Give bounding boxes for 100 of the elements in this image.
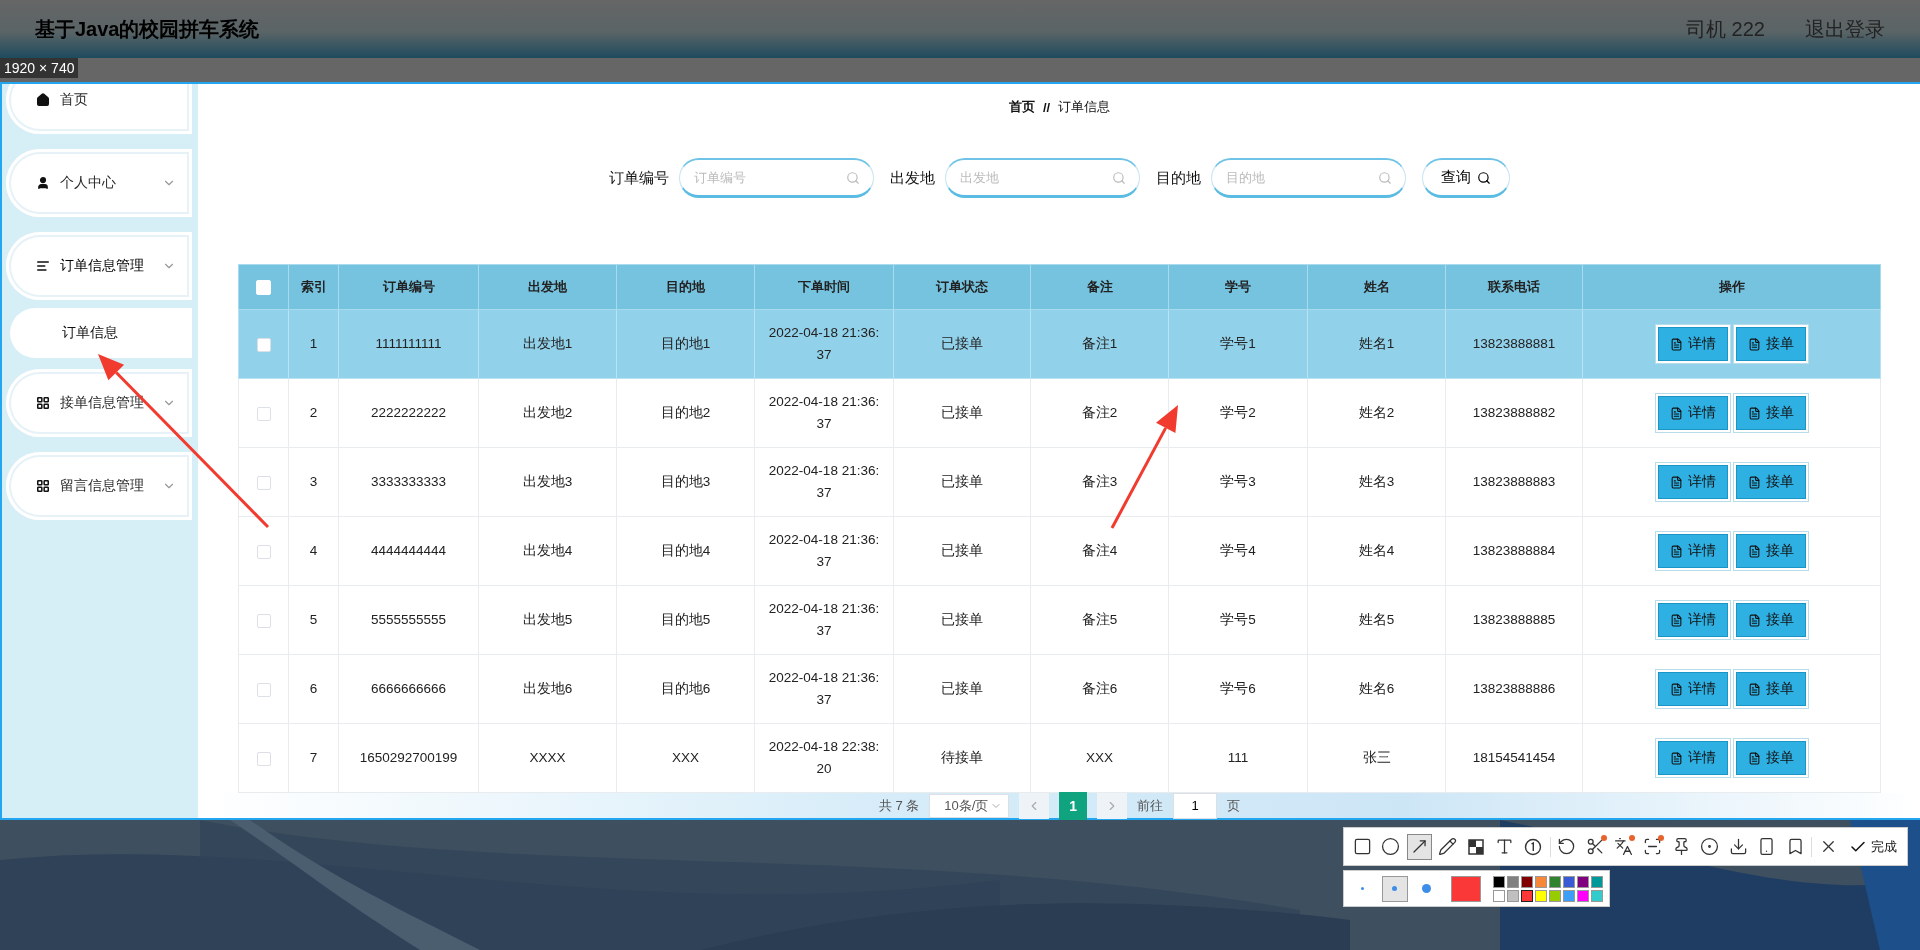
row-checkbox[interactable] [256, 475, 271, 490]
sidebar-item[interactable]: 留言信息管理 [6, 452, 192, 520]
search-field[interactable]: 出发地 [945, 158, 1140, 198]
row-checkbox[interactable] [256, 544, 271, 559]
table-row[interactable]: 6 6666666666 出发地6 目的地6 2022-04-18 21:36:37 已接单 备注6 学号6 姓名6 13823888886 详情 接单 [238, 654, 1881, 724]
sidebar-item[interactable]: 首页 [6, 84, 192, 134]
table-cell-text: 姓名5 [1358, 611, 1395, 629]
document-icon [1669, 613, 1683, 627]
table-cell-text: 出发地3 [522, 473, 573, 491]
color-swatch[interactable] [1549, 889, 1561, 902]
table-row[interactable]: 2 2222222222 出发地2 目的地2 2022-04-18 21:36:37 已接单 备注2 学号2 姓名2 13823888882 详情 接单 [238, 378, 1881, 448]
page-suffix: 页 [1227, 796, 1241, 815]
scan-icon [1643, 837, 1662, 856]
accept-button[interactable]: 接单 [1735, 672, 1806, 706]
table-cell-text: 6 [309, 680, 318, 698]
document-icon [1747, 613, 1761, 627]
details-button[interactable]: 详情 [1657, 741, 1728, 775]
table-cell-text: 出发地2 [522, 404, 573, 422]
table-cell-text: 2222222222 [370, 404, 447, 422]
column-header: 姓名 [1307, 264, 1446, 310]
table-row[interactable]: 3 3333333333 出发地3 目的地3 2022-04-18 21:36:37 已接单 备注3 学号3 姓名3 13823888883 详情 接单 [238, 447, 1881, 517]
sidebar-item[interactable]: 订单信息管理 [6, 232, 192, 300]
table-cell-text: 2022-04-18 21:36:37 [767, 600, 881, 640]
table-cell-text: 已接单 [941, 542, 983, 560]
color-swatch[interactable] [1535, 875, 1547, 888]
accept-button[interactable]: 接单 [1735, 741, 1806, 775]
color-swatch[interactable] [1493, 875, 1505, 888]
table-cell-text: 出发地1 [522, 335, 573, 353]
table-cell-text: 目的地3 [660, 473, 711, 491]
color-swatch[interactable] [1493, 889, 1505, 902]
color-swatch[interactable] [1563, 889, 1575, 902]
table-cell-text: 备注2 [1081, 404, 1118, 422]
translate-icon [1614, 837, 1634, 856]
column-header: 学号 [1168, 264, 1308, 310]
table-cell-text: 6666666666 [370, 680, 447, 698]
table-cell-text: 1111111111 [375, 335, 442, 353]
search-icon [1477, 170, 1491, 185]
row-checkbox[interactable] [256, 337, 271, 352]
color-swatch[interactable] [1577, 889, 1589, 902]
row-checkbox[interactable] [256, 613, 271, 628]
breadcrumb-link[interactable]: 首页 [1008, 98, 1035, 116]
capture-size-label: 1920 × 740 [0, 58, 79, 78]
column-header: 索引 [288, 264, 339, 310]
field-label: 出发地 [890, 168, 935, 188]
table-cell-text: 备注6 [1081, 680, 1118, 698]
document-icon [1669, 406, 1683, 420]
field-label: 目的地 [1156, 168, 1201, 188]
page-size-select[interactable]: 10条/页 [929, 793, 1010, 818]
table-row[interactable]: 7 1650292700199 XXXX XXX 2022-04-18 22:38:20 待接单 XXX 111 张三 18154541454 详情 接单 [238, 723, 1881, 793]
accept-button[interactable]: 接单 [1735, 327, 1806, 361]
accept-button[interactable]: 接单 [1735, 534, 1806, 568]
details-button[interactable]: 详情 [1657, 603, 1728, 637]
done-button[interactable]: 完成 [1844, 837, 1901, 856]
sidebar-item[interactable]: 个人中心 [6, 149, 192, 217]
table-row[interactable]: 4 4444444444 出发地4 目的地4 2022-04-18 21:36:37 已接单 备注4 学号4 姓名4 13823888884 详情 接单 [238, 516, 1881, 586]
column-header: 操作 [1582, 264, 1881, 310]
query-button[interactable]: 查询 [1422, 158, 1510, 198]
table-cell-text: 学号5 [1220, 611, 1256, 629]
document-icon [1669, 751, 1683, 765]
details-button[interactable]: 详情 [1657, 534, 1728, 568]
table-cell-text: XXXX [529, 749, 566, 767]
color-swatch[interactable] [1591, 875, 1603, 888]
table-cell-text: 姓名6 [1358, 680, 1395, 698]
download-icon [1728, 837, 1748, 856]
row-checkbox[interactable] [256, 751, 271, 766]
search-field[interactable]: 目的地 [1211, 158, 1406, 198]
color-swatch[interactable] [1507, 875, 1519, 888]
goto-label: 前往 [1137, 796, 1164, 815]
brush-size-button[interactable] [1381, 875, 1408, 902]
details-button[interactable]: 详情 [1657, 327, 1728, 361]
details-button[interactable]: 详情 [1657, 465, 1728, 499]
accept-button[interactable]: 接单 [1735, 465, 1806, 499]
color-swatch[interactable] [1577, 875, 1589, 888]
table-cell-text: 13823888886 [1472, 680, 1556, 698]
table-row[interactable]: 5 5555555555 出发地5 目的地5 2022-04-18 21:36:37 已接单 备注5 学号5 姓名5 13823888885 详情 接单 [238, 585, 1881, 655]
accept-button[interactable]: 接单 [1735, 396, 1806, 430]
color-swatch[interactable] [1549, 875, 1561, 888]
color-swatch[interactable] [1521, 875, 1533, 888]
page-input[interactable]: 1 [1173, 792, 1218, 819]
select-all-checkbox[interactable] [256, 280, 271, 296]
user-name: 司机 222 [1686, 16, 1765, 42]
color-swatch[interactable] [1563, 875, 1575, 888]
table-row[interactable]: 1 1111111111 出发地1 目的地1 2022-04-18 21:36:37 已接单 备注1 学号1 姓名1 13823888881 详情 接单 [238, 309, 1881, 379]
table-cell-text: 学号3 [1220, 473, 1256, 491]
table-cell-text: 已接单 [941, 611, 983, 629]
toolbar-button[interactable] [1407, 833, 1432, 860]
accept-button[interactable]: 接单 [1735, 603, 1806, 637]
row-checkbox[interactable] [256, 682, 271, 697]
row-checkbox[interactable] [256, 406, 271, 421]
details-button[interactable]: 详情 [1657, 672, 1728, 706]
color-swatch[interactable] [1521, 889, 1533, 902]
submenu-item[interactable]: 订单信息 [10, 308, 192, 358]
search-field[interactable]: 订单编号 [679, 158, 874, 198]
color-swatch[interactable] [1507, 889, 1519, 902]
color-swatch[interactable] [1591, 889, 1603, 902]
color-swatch[interactable] [1535, 889, 1547, 902]
details-button[interactable]: 详情 [1657, 396, 1728, 430]
home-icon [36, 93, 50, 107]
table-cell-text: 13823888881 [1472, 335, 1556, 353]
table-cell-text: 13823888884 [1472, 542, 1556, 560]
